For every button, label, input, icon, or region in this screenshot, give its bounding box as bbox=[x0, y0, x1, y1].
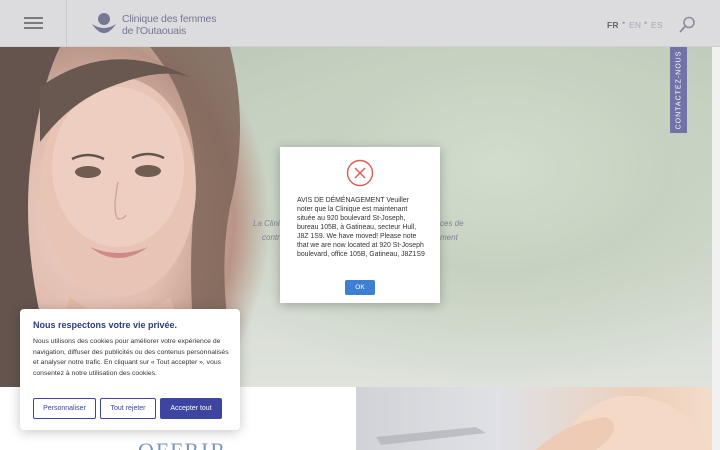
cookie-text: Nous utilisons des cookies pour améliore… bbox=[33, 338, 229, 377]
ok-button[interactable]: OK bbox=[345, 280, 375, 295]
cookie-banner: Nous respectons votre vie privée. Nous u… bbox=[20, 309, 240, 430]
cookie-title: Nous respectons votre vie privée. bbox=[33, 320, 178, 330]
reject-all-button[interactable]: Tout rejeter bbox=[100, 398, 156, 419]
accept-all-button[interactable]: Accepter tout bbox=[160, 398, 222, 419]
customize-button[interactable]: Personnaliser bbox=[33, 398, 96, 419]
close-circle-icon bbox=[346, 159, 374, 187]
modal-message: AVIS DE DÉMÉNAGEMENT Veuiller noter que … bbox=[297, 197, 425, 258]
